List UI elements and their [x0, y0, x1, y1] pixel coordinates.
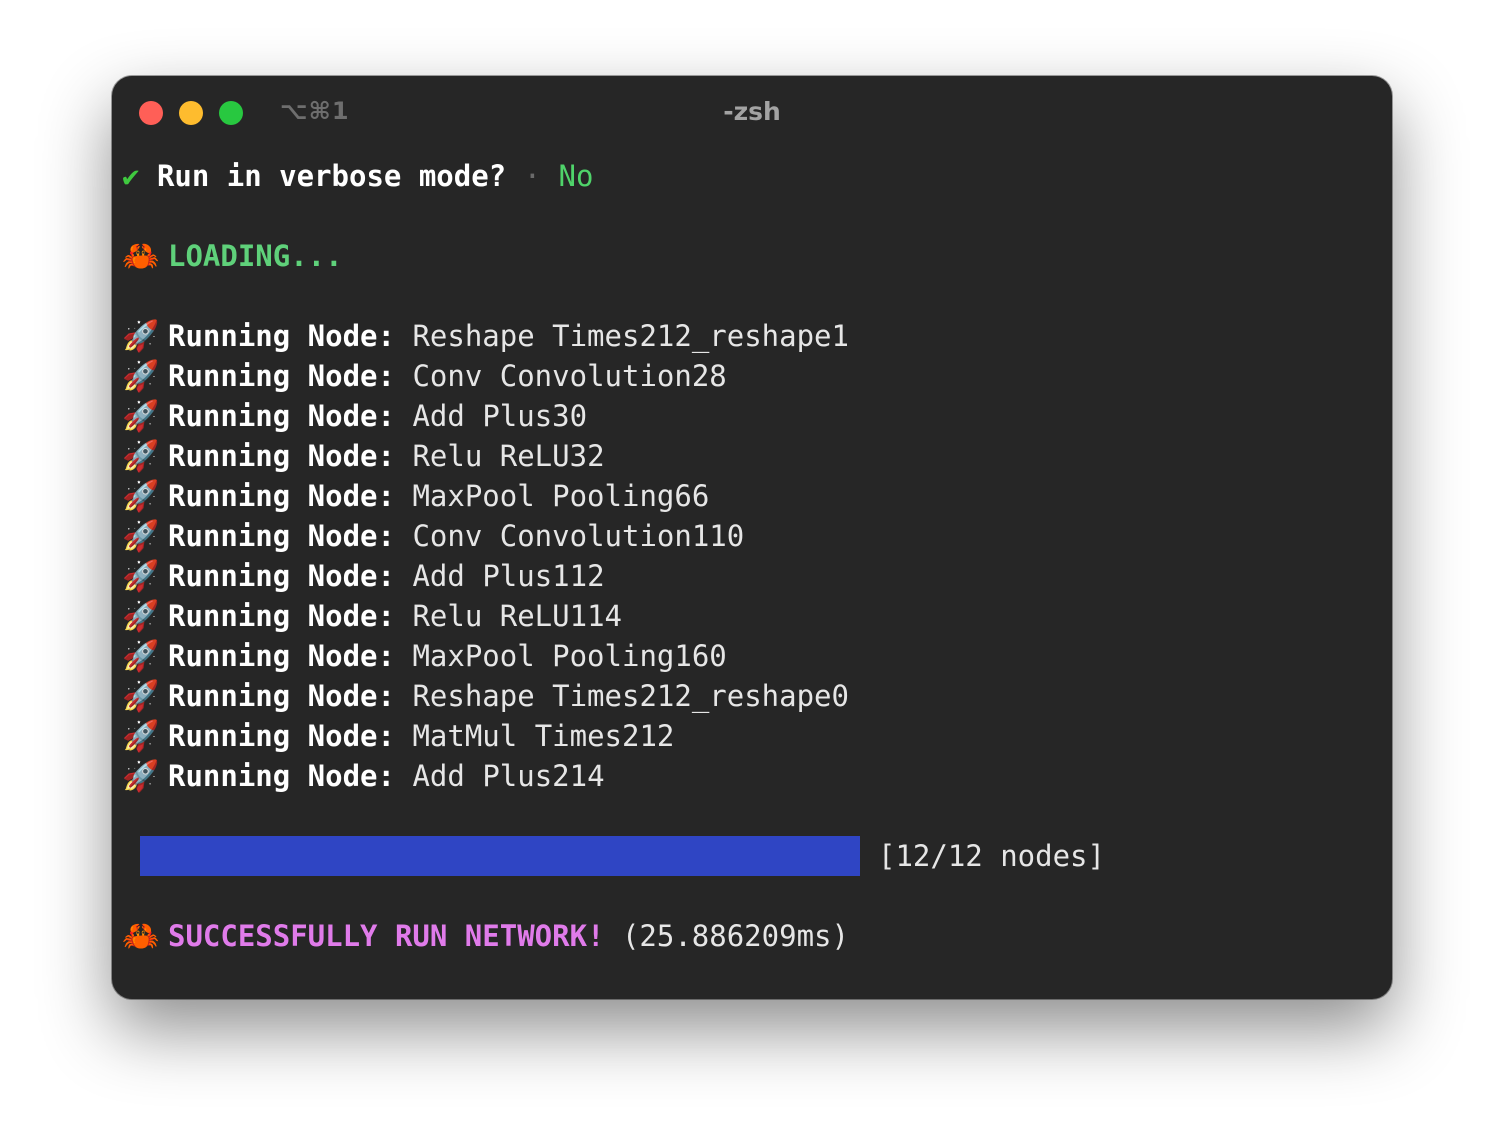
node-log-line: 🚀 Running Node: Add Plus112 — [122, 556, 605, 596]
rocket-icon: 🚀 — [122, 639, 160, 674]
node-op: MaxPool — [412, 479, 535, 513]
node-op: Add — [412, 559, 465, 593]
node-log-line: 🚀 Running Node: MaxPool Pooling160 — [122, 636, 727, 676]
node-label: Running Node: — [168, 679, 395, 713]
result-text: SUCCESSFULLY RUN NETWORK! — [168, 919, 605, 953]
terminal-output[interactable]: ✔ Run in verbose mode? · No 🦀 LOADING... … — [112, 76, 1392, 999]
rocket-icon: 🚀 — [122, 559, 160, 594]
prompt-line: ✔ Run in verbose mode? · No — [122, 156, 593, 196]
node-op: Conv — [412, 519, 483, 553]
node-label: Running Node: — [168, 479, 395, 513]
node-label: Running Node: — [168, 599, 395, 633]
checkmark-icon: ✔ — [122, 159, 140, 193]
prompt-answer: No — [558, 159, 594, 193]
node-op: Reshape — [412, 679, 535, 713]
node-name: Times212 — [534, 719, 675, 753]
rocket-icon: 🚀 — [122, 519, 160, 554]
rocket-icon: 🚀 — [122, 479, 160, 514]
node-log-line: 🚀 Running Node: MaxPool Pooling66 — [122, 476, 709, 516]
result-line: 🦀 SUCCESSFULLY RUN NETWORK! (25.886209ms) — [122, 916, 849, 956]
progress-bar-fill — [140, 836, 860, 876]
node-op: Conv — [412, 359, 483, 393]
node-label: Running Node: — [168, 559, 395, 593]
node-label: Running Node: — [168, 639, 395, 673]
node-op: Add — [412, 399, 465, 433]
rocket-icon: 🚀 — [122, 759, 160, 794]
node-op: MaxPool — [412, 639, 535, 673]
node-name: Convolution28 — [499, 359, 727, 393]
terminal-window[interactable]: ⌥⌘1 -zsh ✔ Run in verbose mode? · No 🦀 LO… — [112, 76, 1392, 999]
node-op: Relu — [412, 439, 483, 473]
node-log-line: 🚀 Running Node: Add Plus214 — [122, 756, 605, 796]
node-label: Running Node: — [168, 399, 395, 433]
node-label: Running Node: — [168, 359, 395, 393]
crab-icon: 🦀 — [122, 919, 160, 954]
rocket-icon: 🚀 — [122, 719, 160, 754]
node-label: Running Node: — [168, 759, 395, 793]
node-op: Relu — [412, 599, 483, 633]
node-log-line: 🚀 Running Node: Relu ReLU114 — [122, 596, 622, 636]
node-op: Reshape — [412, 319, 535, 353]
node-name: Plus214 — [482, 759, 605, 793]
node-name: Plus112 — [482, 559, 605, 593]
rocket-icon: 🚀 — [122, 439, 160, 474]
node-name: Plus30 — [482, 399, 588, 433]
node-label: Running Node: — [168, 319, 395, 353]
node-name: Times212_reshape0 — [552, 679, 849, 713]
rocket-icon: 🚀 — [122, 319, 160, 354]
loading-line: 🦀 LOADING... — [122, 236, 343, 276]
node-log-line: 🚀 Running Node: Add Plus30 — [122, 396, 587, 436]
rocket-icon: 🚀 — [122, 359, 160, 394]
progress-bar — [140, 836, 860, 876]
node-name: Pooling160 — [552, 639, 727, 673]
node-name: ReLU32 — [499, 439, 605, 473]
progress-label: [12/12 nodes] — [878, 839, 1105, 873]
crab-icon: 🦀 — [122, 239, 160, 274]
node-label: Running Node: — [168, 719, 395, 753]
node-name: ReLU114 — [499, 599, 622, 633]
rocket-icon: 🚀 — [122, 599, 160, 634]
result-timing: (25.886209ms) — [621, 919, 849, 953]
node-op: Add — [412, 759, 465, 793]
node-log-line: 🚀 Running Node: Conv Convolution28 — [122, 356, 727, 396]
node-log-line: 🚀 Running Node: Reshape Times212_reshape1 — [122, 316, 849, 356]
node-log-line: 🚀 Running Node: Relu ReLU32 — [122, 436, 605, 476]
node-log-line: 🚀 Running Node: MatMul Times212 — [122, 716, 674, 756]
prompt-separator: · — [523, 159, 542, 193]
loading-text: LOADING... — [168, 239, 343, 273]
node-op: MatMul — [412, 719, 518, 753]
node-label: Running Node: — [168, 439, 395, 473]
node-name: Times212_reshape1 — [552, 319, 849, 353]
rocket-icon: 🚀 — [122, 679, 160, 714]
node-log-line: 🚀 Running Node: Conv Convolution110 — [122, 516, 744, 556]
prompt-question: Run in verbose mode? — [156, 159, 507, 193]
node-name: Convolution110 — [499, 519, 745, 553]
node-label: Running Node: — [168, 519, 395, 553]
node-name: Pooling66 — [552, 479, 710, 513]
node-log-line: 🚀 Running Node: Reshape Times212_reshape0 — [122, 676, 849, 716]
rocket-icon: 🚀 — [122, 399, 160, 434]
